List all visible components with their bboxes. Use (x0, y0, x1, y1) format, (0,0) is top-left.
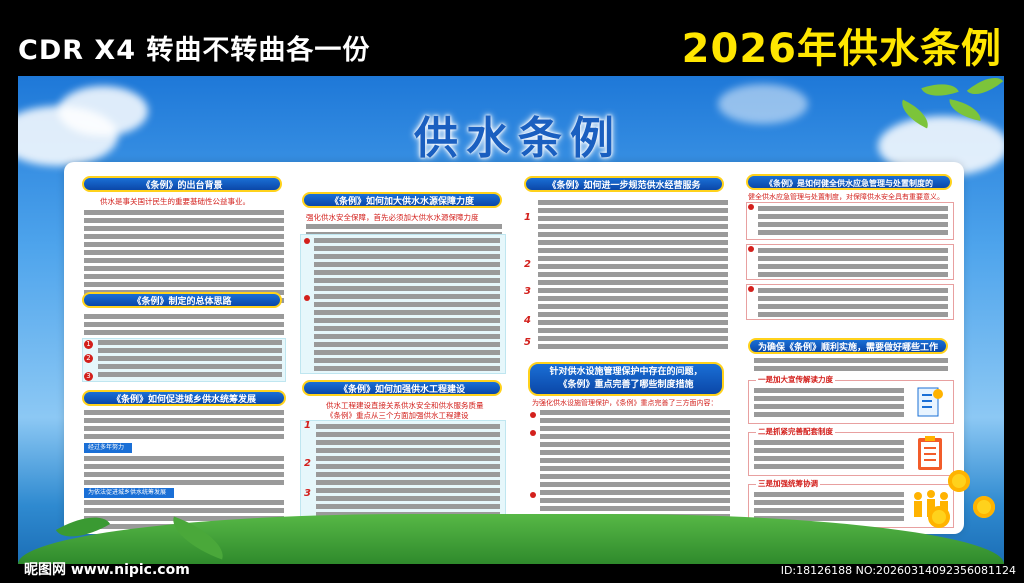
bullet-dot (748, 204, 754, 210)
section-intro: 为强化供水设施管理保护，《条例》重点完善了三方面内容： (532, 399, 718, 407)
number-label: 3 (524, 286, 531, 297)
number-label: 4 (524, 315, 531, 326)
item-heading: 三是加强统筹协调 (756, 478, 820, 489)
bullet-dot (748, 286, 754, 292)
text-lines (758, 206, 948, 238)
item-heading: 一是加大宣传解读力度 (756, 374, 835, 385)
number-badge: 1 (84, 340, 93, 349)
bullet-dot (304, 238, 310, 244)
item-heading: 二是抓紧完善配套制度 (756, 426, 835, 437)
heading-line: 针对供水设施管理保护中存在的问题， (549, 367, 703, 377)
text-lines (754, 358, 948, 374)
text-lines (84, 456, 284, 488)
number-label: 1 (304, 420, 311, 431)
section-heading: 《条例》的出台背景 (82, 176, 282, 192)
flower-decoration (928, 506, 950, 528)
flower-decoration (973, 496, 995, 518)
watermark-right: ID:18126188 NO:20260314092356081124 (780, 564, 1016, 577)
bullet-dot (530, 492, 536, 498)
section-heading: 《条例》制定的总体思路 (82, 292, 282, 308)
poster-heading: 2026年供水条例 (681, 26, 1002, 72)
poster-canvas: 供水条例 《条例》的出台背景 供水是事关国计民生的重要基础性公益事业。 《条例》… (18, 76, 1004, 564)
format-note: CDR X4 转曲不转曲各一份 (18, 35, 371, 66)
number-label: 2 (304, 458, 311, 469)
text-lines (758, 248, 948, 280)
number-label: 3 (304, 488, 311, 499)
number-label: 1 (524, 212, 531, 223)
cloud-decoration (58, 86, 148, 136)
cloud-decoration (718, 84, 808, 124)
text-lines (540, 410, 730, 522)
top-bar: CDR X4 转曲不转曲各一份 2026年供水条例 (0, 0, 1024, 76)
bullet-dot (748, 246, 754, 252)
section-heading: 《条例》如何加大供水水源保障力度 (302, 192, 502, 208)
watermark-left: 昵图网 www.nipic.com (24, 562, 190, 578)
section-heading: 为确保《条例》顺利实施，需要做好哪些工作 (748, 338, 948, 354)
section-intro: 健全供水应急管理与处置制度，对保障供水安全具有重要意义。 (748, 193, 944, 201)
clipboard-icon (918, 436, 942, 470)
section-heading: 《条例》如何加强供水工程建设 (302, 380, 502, 396)
bullet-dot (530, 430, 536, 436)
content-board: 《条例》的出台背景 供水是事关国计民生的重要基础性公益事业。 《条例》制定的总体… (64, 162, 964, 534)
text-lines (316, 424, 500, 520)
section-intro: 供水是事关国计民生的重要基础性公益事业。 (100, 197, 250, 206)
text-lines (758, 288, 948, 320)
tag-label: 为依法促进城乡供水统筹发展 (84, 488, 175, 498)
text-lines (314, 238, 500, 374)
number-label: 2 (524, 259, 531, 270)
section-heading: 针对供水设施管理保护中存在的问题， 《条例》重点完善了哪些制度措施 (528, 362, 724, 396)
text-lines (754, 388, 904, 420)
main-title: 供水条例 (414, 113, 622, 164)
leaf-decoration (966, 76, 1004, 104)
number-badge: 2 (84, 354, 93, 363)
section-heading: 《条例》是如何健全供水应急管理与处置制度的 (746, 174, 952, 190)
checklist-icon (917, 387, 943, 417)
bullet-dot (304, 295, 310, 301)
section-intro: 强化供水安全保障，首先必须加大供水水源保障力度 (306, 213, 479, 222)
flower-decoration (948, 470, 970, 492)
section-heading: 《条例》如何进一步规范供水经营服务 (524, 176, 724, 192)
text-lines (98, 340, 282, 380)
number-badge: 3 (84, 372, 93, 381)
text-lines (84, 410, 284, 442)
bullet-dot (530, 412, 536, 418)
tag-label: 经过多年努力 (84, 443, 133, 453)
heading-line: 《条例》重点完善了哪些制度措施 (558, 380, 694, 390)
section-heading: 《条例》如何促进城乡供水统筹发展 (82, 390, 286, 406)
number-label: 5 (524, 337, 531, 348)
text-lines (754, 440, 904, 472)
text-lines (538, 200, 728, 352)
